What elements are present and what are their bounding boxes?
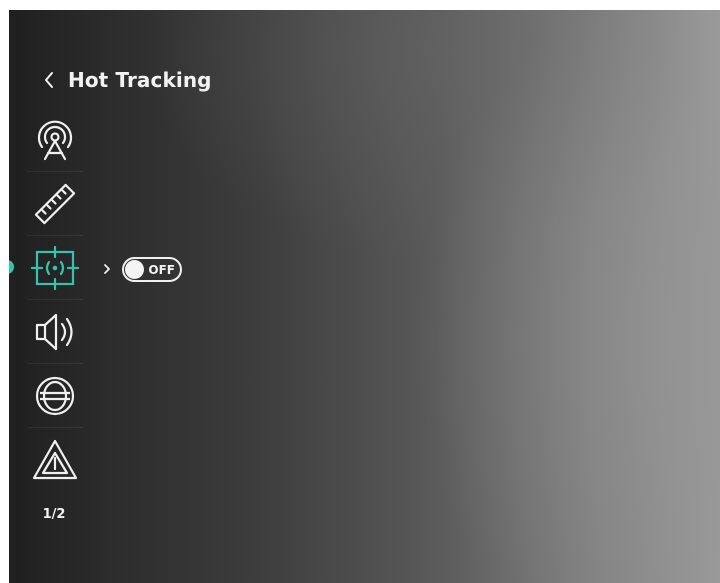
page-indicator: 1/2 — [42, 507, 66, 522]
speaker-icon — [35, 313, 73, 350]
hot-tracking-target-icon — [31, 245, 79, 290]
menu-item-audio[interactable] — [27, 299, 83, 363]
page-title: Hot Tracking — [68, 68, 212, 92]
globe-icon — [35, 376, 75, 415]
toggle-state-label: OFF — [148, 262, 175, 277]
signal-tower-icon — [37, 120, 73, 160]
side-menu — [9, 108, 83, 491]
hot-tracking-toggle[interactable]: OFF — [122, 256, 182, 282]
ruler-icon — [34, 183, 76, 224]
hot-tracking-submenu: OFF — [101, 255, 182, 283]
warning-triangle-icon — [32, 439, 78, 479]
menu-item-signal[interactable] — [27, 108, 83, 171]
chevron-left-icon[interactable] — [39, 68, 59, 92]
menu-item-globe[interactable] — [27, 363, 83, 427]
thermal-view-background: Hot Tracking OFF 1/2 — [9, 10, 720, 583]
menu-item-ruler[interactable] — [27, 171, 83, 235]
chevron-right-icon — [101, 262, 113, 276]
selection-indicator — [9, 260, 14, 274]
menu-item-warning[interactable] — [27, 427, 83, 491]
toggle-knob — [125, 259, 144, 279]
menu-item-hot-tracking[interactable] — [9, 235, 83, 299]
menu-header: Hot Tracking — [39, 68, 212, 92]
